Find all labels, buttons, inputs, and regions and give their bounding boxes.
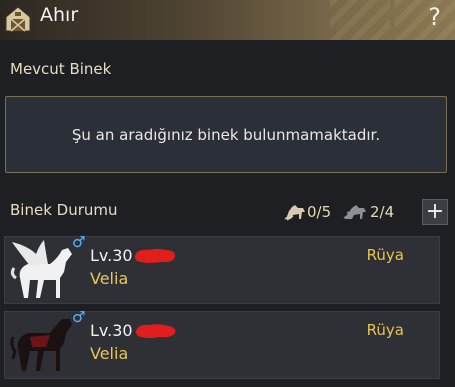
- stable-icon: [5, 6, 31, 32]
- mount-list-item[interactable]: ♂ Lv.30 Velia Rüya: [4, 233, 440, 304]
- mount-list-item[interactable]: ♂ Lv.30 Velia Rüya: [4, 308, 440, 379]
- mount-region: Velia: [90, 269, 129, 288]
- land-mount-counter: 0/5: [283, 201, 331, 223]
- white-pegasus-icon: [10, 240, 72, 298]
- gender-icon: ♂: [72, 233, 86, 251]
- land-horse-icon: [284, 205, 305, 221]
- mount-region: Velia: [90, 344, 129, 363]
- window-title: Ahır: [40, 4, 79, 26]
- empty-mount-message: Şu an aradığınız binek bulunmamaktadır.: [71, 125, 381, 144]
- black-horse-icon: [10, 319, 72, 371]
- title-bar-decoration: [330, 0, 390, 40]
- mount-tier: Rüya: [366, 321, 404, 339]
- dark-horse-icon: [343, 205, 366, 219]
- gender-icon: ♂: [72, 308, 86, 326]
- sea-mount-counter: 2/4: [343, 201, 394, 223]
- mount-tier: Rüya: [366, 246, 404, 264]
- title-bar: Ahır ?: [0, 0, 455, 40]
- current-mount-heading: Mevcut Binek: [10, 60, 112, 78]
- redacted-name-mark: [134, 249, 176, 263]
- mount-level: Lv.30: [90, 321, 133, 340]
- sea-mount-count: 2/4: [370, 203, 395, 221]
- current-mount-panel: Şu an aradığınız binek bulunmamaktadır.: [5, 96, 447, 173]
- redacted-name-mark: [135, 324, 176, 338]
- add-mount-button[interactable]: +: [422, 199, 448, 225]
- land-mount-count: 0/5: [307, 203, 332, 221]
- title-bar-decoration: [395, 0, 455, 40]
- mount-level: Lv.30: [90, 246, 133, 265]
- mount-status-heading: Binek Durumu: [10, 201, 118, 219]
- help-button[interactable]: ?: [428, 3, 441, 31]
